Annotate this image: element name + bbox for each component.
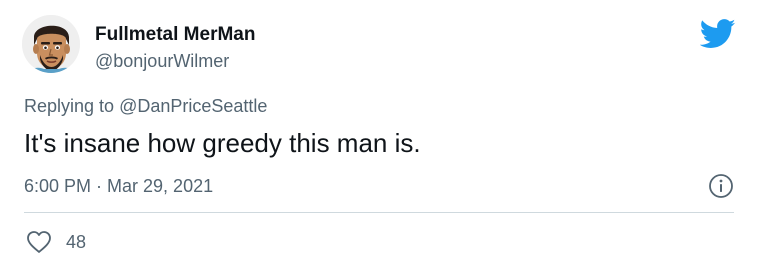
tweet-card: Fullmetal MerMan @bonjourWilmer Replying… xyxy=(0,0,758,270)
like-count: 48 xyxy=(66,232,87,252)
mention-link[interactable]: @DanPriceSeattle xyxy=(119,96,267,116)
tweet-timestamp[interactable]: 6:00 PM · Mar 29, 2021 xyxy=(24,175,213,197)
avatar[interactable] xyxy=(22,15,80,73)
user-handle[interactable]: @bonjourWilmer xyxy=(95,50,229,72)
tweet-text: It's insane how greedy this man is. xyxy=(24,128,421,158)
heart-outline-icon[interactable] xyxy=(26,230,52,254)
replying-prefix: Replying to xyxy=(24,96,115,116)
twitter-bird-icon[interactable] xyxy=(700,19,736,49)
display-name[interactable]: Fullmetal MerMan xyxy=(95,24,255,46)
divider xyxy=(24,212,734,213)
cartoon-man-avatar-icon xyxy=(22,15,80,73)
info-icon[interactable] xyxy=(708,173,734,199)
replying-to: Replying to @DanPriceSeattle xyxy=(24,95,267,117)
